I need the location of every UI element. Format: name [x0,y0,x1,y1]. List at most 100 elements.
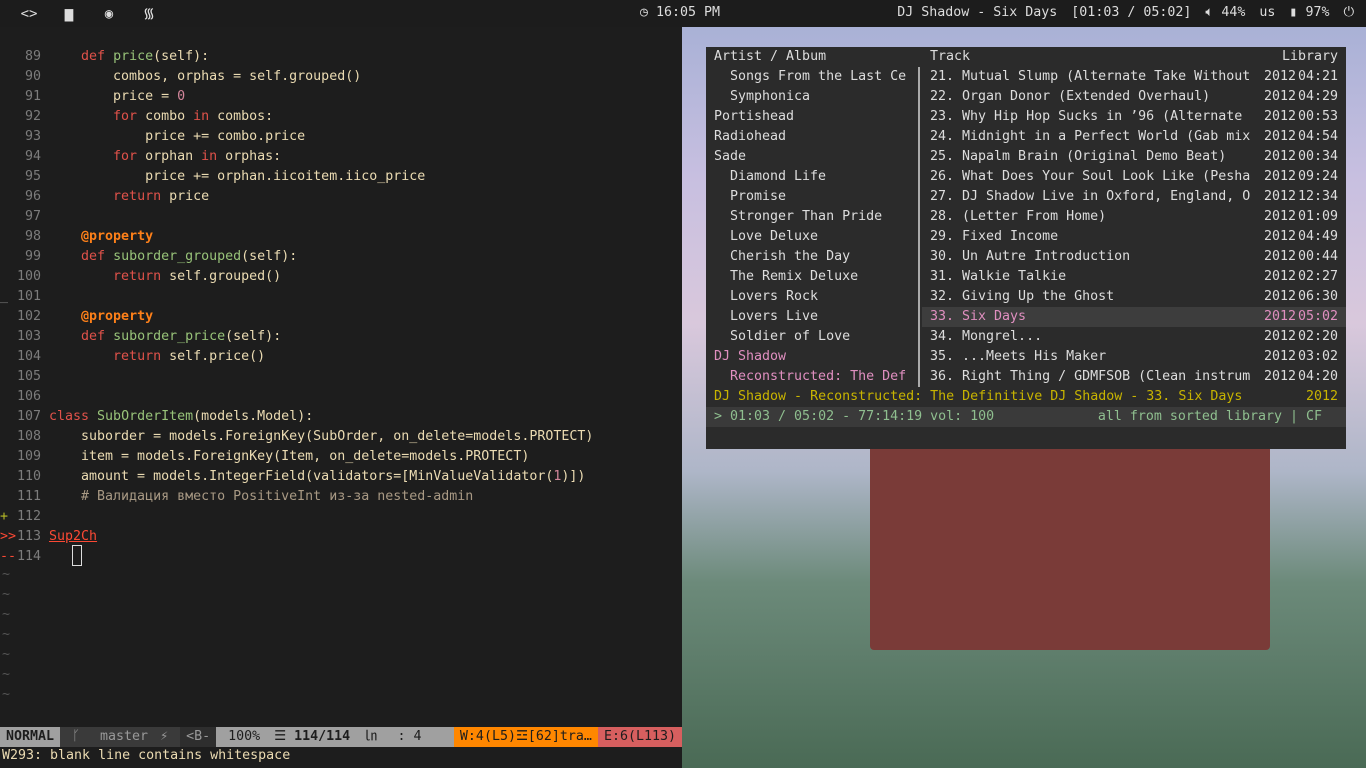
code-line[interactable]: 106 [0,387,682,407]
warnings-indicator[interactable]: W:4(L5)☲[62]tra… [453,727,598,747]
track-row[interactable]: 26. What Does Your Soul Look Like (Pesha… [922,167,1346,187]
rss-icon[interactable]: ᯾ [138,4,160,23]
line-number: 95 [24,169,41,184]
code-line[interactable]: 96 return price [0,187,682,207]
code-line[interactable]: >> 113 Sup2Ch [0,527,682,547]
code-token: SubOrderItem [97,409,194,424]
cmus-window[interactable]: Artist / Album Track Library DJ Shadow -… [706,47,1346,449]
line-number: 105 [16,369,41,384]
keyboard-layout[interactable]: us [1259,5,1275,20]
artist-album-item[interactable]: The Remix Deluxe [730,267,916,287]
track-title: 21. Mutual Slump (Alternate Take Without [930,69,1251,84]
track-duration: 04:49 [1297,229,1338,244]
code-text: amount = models.IntegerField(validators=… [49,467,585,487]
track-row[interactable]: 23. Why Hip Hop Sucks in ’96 (Alternate 2… [922,107,1346,127]
track-row[interactable]: 24. Midnight in a Perfect World (Gab mix… [922,127,1346,147]
track-row[interactable]: 34. Mongrel... 2012 02:20 [922,327,1346,347]
code-line[interactable]: 103 def suborder_price(self): [0,327,682,347]
code-text: suborder = models.ForeignKey(SubOrder, o… [49,427,593,447]
line-position: 114/114 [294,729,351,744]
artist-album-item[interactable]: Songs From the Last Ce [730,67,916,87]
track-row[interactable]: 28. (Letter From Home) 2012 01:09 [922,207,1346,227]
code-line[interactable]: 111 # Валидация вместо PositiveInt из-за… [0,487,682,507]
code-line[interactable]: 91 price = 0 [0,87,682,107]
now-playing-row: DJ Shadow - Reconstructed: The Definitiv… [706,387,1346,407]
track-row[interactable]: 27. DJ Shadow Live in Oxford, England, O… [922,187,1346,207]
clock: 16:05 PM [656,5,721,20]
code-line[interactable]: 102 @property [0,307,682,327]
code-line[interactable]: 104 return self.price() [0,347,682,367]
track-row[interactable]: 35. ...Meets His Maker 2012 03:02 [922,347,1346,367]
artist-album-item[interactable]: Promise [730,187,916,207]
code-line[interactable]: 90 combos, orphas = self.grouped() [0,67,682,87]
errors-indicator[interactable]: E:6(L113) [597,727,682,747]
artist-album-item[interactable]: Symphonica [730,87,916,107]
artist-album-item[interactable]: Portishead [714,107,916,127]
code-line[interactable]: 93 price += combo.price [0,127,682,147]
track-duration: 02:27 [1297,269,1338,284]
code-line[interactable]: 108 suborder = models.ForeignKey(SubOrde… [0,427,682,447]
artist-album-item[interactable]: DJ Shadow [714,347,916,367]
code-line[interactable]: 100 return self.grouped() [0,267,682,287]
artist-album-item[interactable]: Stronger Than Pride [730,207,916,227]
empty-line-marker: ~ [2,627,11,642]
code-icon[interactable]: <> [18,6,40,22]
track-duration: 04:20 [1297,369,1338,384]
code-text: item = models.ForeignKey(Item, on_delete… [49,447,529,467]
code-line[interactable]: 99 def suborder_grouped(self): [0,247,682,267]
line-number: 94 [24,149,41,164]
code-token: amount = models.IntegerField(validators=… [49,469,554,484]
artist-album-item[interactable]: Diamond Life [730,167,916,187]
code-line[interactable]: 97 [0,207,682,227]
line-number: 99 [24,249,41,264]
track-duration: 06:30 [1297,289,1338,304]
code-token: suborder = models.ForeignKey(SubOrder, o… [49,429,594,444]
track-row[interactable]: 33. Six Days 2012 05:02 [922,307,1346,327]
code-line[interactable]: 98 @property [0,227,682,247]
line-number: 98 [24,229,41,244]
code-line[interactable]: 109 item = models.ForeignKey(Item, on_de… [0,447,682,467]
code-editor[interactable]: 89 def price(self): 90 combos, orphas = s… [0,27,682,727]
folder-icon[interactable]: ▆ [58,6,80,22]
code-line[interactable]: 89 def price(self): [0,47,682,67]
code-line[interactable]: +112 [0,507,682,527]
compass-icon[interactable]: ◉ [98,6,120,22]
code-line[interactable]: _ 101 [0,287,682,307]
volume[interactable]: 44% [1221,5,1245,20]
track-row[interactable]: 21. Mutual Slump (Alternate Take Without… [922,67,1346,87]
code-line[interactable]: 110 amount = models.IntegerField(validat… [0,467,682,487]
track-year: 2012 [1264,169,1297,184]
now-playing[interactable]: DJ Shadow - Six Days [897,5,1057,20]
artist-album-item[interactable]: Radiohead [714,127,916,147]
artist-album-item[interactable]: Soldier of Love [730,327,916,347]
code-line[interactable]: 107 class SubOrderItem(models.Model): [0,407,682,427]
code-token: combo [137,109,194,124]
line-number: 108 [16,429,41,444]
track-row[interactable]: 22. Organ Donor (Extended Overhaul) 2012 0… [922,87,1346,107]
code-line[interactable]: 105 [0,367,682,387]
artist-album-item[interactable]: Cherish the Day [730,247,916,267]
code-line[interactable]: 94 for orphan in orphas: [0,147,682,167]
track-row[interactable]: 32. Giving Up the Ghost 2012 06:30 [922,287,1346,307]
artist-album-item[interactable]: Lovers Rock [730,287,916,307]
track-row[interactable]: 25. Napalm Brain (Original Demo Beat) 201… [922,147,1346,167]
line-number: 92 [24,109,41,124]
track-year: 2012 [1264,109,1297,124]
track-row[interactable]: 36. Right Thing / GDMFSOB (Clean instrum… [922,367,1346,387]
track-row[interactable]: 31. Walkie Talkie 2012 02:27 [922,267,1346,287]
track-row[interactable]: 29. Fixed Income 2012 04:49 [922,227,1346,247]
code-line[interactable]: -- 114 [0,547,682,567]
code-token: (self): [153,49,210,64]
artist-album-item[interactable]: Reconstructed: The Def [730,367,916,387]
track-year: 2012 [1264,329,1297,344]
code-line[interactable]: 92 for combo in combos: [0,107,682,127]
artist-album-item[interactable]: Lovers Live [730,307,916,327]
artist-album-item[interactable]: Sade [714,147,916,167]
code-line[interactable]: 95 price += orphan.iicoitem.iico_price [0,167,682,187]
power-icon[interactable]: ⏻ [1343,5,1354,20]
artist-album-item[interactable]: Love Deluxe [730,227,916,247]
track-row[interactable]: 30. Un Autre Introduction 2012 00:44 [922,247,1346,267]
